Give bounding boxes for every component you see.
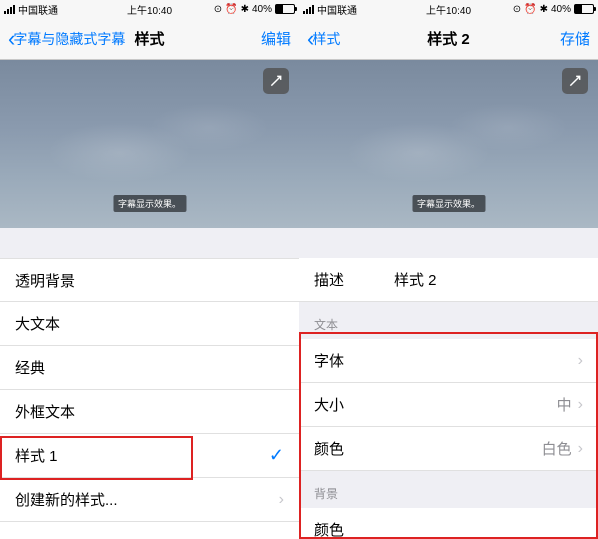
description-row[interactable]: 描述 样式 2 bbox=[299, 258, 598, 302]
nav-bar: ‹ 字幕与隐藏式字幕 样式 编辑 bbox=[0, 18, 299, 60]
text-color-row[interactable]: 颜色 白色 › bbox=[299, 427, 598, 471]
color-value: 白色 bbox=[542, 438, 572, 459]
caption-preview: 字幕显示效果。 bbox=[0, 60, 299, 228]
nav-title: 样式 2 bbox=[427, 28, 470, 49]
phone-left: 中国联通 上午10:40 ⊙ ⏰ ✱ 40% ‹ 字幕与隐藏式字幕 样式 编辑 … bbox=[0, 0, 299, 539]
clock-icon: ⏰ bbox=[225, 4, 237, 15]
chevron-right-icon: › bbox=[578, 440, 583, 458]
battery-icon bbox=[275, 4, 295, 14]
caption-preview: 字幕显示效果。 bbox=[299, 60, 598, 228]
checkmark-icon: ✓ bbox=[269, 445, 284, 466]
signal-icon bbox=[4, 5, 15, 14]
chevron-right-icon: › bbox=[578, 352, 583, 370]
carrier-label: 中国联通 bbox=[317, 2, 357, 17]
back-button[interactable]: ‹ 样式 bbox=[307, 26, 340, 52]
size-row[interactable]: 大小 中 › bbox=[299, 383, 598, 427]
phone-right: 中国联通 上午10:40 ⊙ ⏰ ✱ 40% ‹ 样式 样式 2 存储 字幕显示… bbox=[299, 0, 598, 539]
save-button[interactable]: 存储 bbox=[560, 28, 590, 49]
chevron-right-icon: › bbox=[578, 396, 583, 414]
carrier-label: 中国联通 bbox=[18, 2, 58, 17]
bluetooth-icon: ✱ bbox=[540, 4, 548, 15]
alarm-icon: ⊙ bbox=[513, 4, 521, 15]
style-option-outline[interactable]: 外框文本 bbox=[0, 390, 299, 434]
style-option-style1[interactable]: 样式 1 ✓ bbox=[0, 434, 299, 478]
bg-color-row[interactable]: 颜色 bbox=[299, 508, 598, 539]
create-new-style[interactable]: 创建新的样式... › bbox=[0, 478, 299, 522]
caption-demo-text: 字幕显示效果。 bbox=[412, 195, 485, 212]
signal-icon bbox=[303, 5, 314, 14]
battery-icon bbox=[574, 4, 594, 14]
edit-button[interactable]: 编辑 bbox=[261, 28, 291, 49]
bluetooth-icon: ✱ bbox=[241, 4, 249, 15]
status-time: 上午10:40 bbox=[426, 2, 471, 17]
expand-icon bbox=[269, 74, 283, 88]
back-button[interactable]: ‹ 字幕与隐藏式字幕 bbox=[8, 26, 125, 52]
expand-button[interactable] bbox=[263, 68, 289, 94]
font-row[interactable]: 字体 › bbox=[299, 339, 598, 383]
description-value: 样式 2 bbox=[394, 269, 437, 290]
expand-icon bbox=[568, 74, 582, 88]
alarm-icon: ⊙ bbox=[214, 4, 222, 15]
nav-bar: ‹ 样式 样式 2 存储 bbox=[299, 18, 598, 60]
clock-icon: ⏰ bbox=[524, 4, 536, 15]
size-value: 中 bbox=[557, 394, 572, 415]
caption-demo-text: 字幕显示效果。 bbox=[113, 195, 186, 212]
bg-section-header: 背景 bbox=[299, 471, 598, 508]
back-label: 样式 bbox=[312, 29, 340, 49]
spacer bbox=[299, 228, 598, 258]
style-option-transparent[interactable]: 透明背景 bbox=[0, 258, 299, 302]
spacer bbox=[0, 228, 299, 258]
status-time: 上午10:40 bbox=[127, 2, 172, 17]
nav-title: 样式 bbox=[134, 28, 164, 49]
status-bar: 中国联通 上午10:40 ⊙ ⏰ ✱ 40% bbox=[299, 0, 598, 18]
style-list: 透明背景 大文本 经典 外框文本 样式 1 ✓ 创建新的样式... › bbox=[0, 258, 299, 522]
status-bar: 中国联通 上午10:40 ⊙ ⏰ ✱ 40% bbox=[0, 0, 299, 18]
battery-percent: 40% bbox=[551, 4, 571, 15]
description-label: 描述 bbox=[314, 269, 394, 290]
back-label: 字幕与隐藏式字幕 bbox=[13, 29, 125, 49]
style-option-classic[interactable]: 经典 bbox=[0, 346, 299, 390]
text-section-header: 文本 bbox=[299, 302, 598, 339]
style-option-large-text[interactable]: 大文本 bbox=[0, 302, 299, 346]
battery-percent: 40% bbox=[252, 4, 272, 15]
chevron-right-icon: › bbox=[279, 491, 284, 509]
expand-button[interactable] bbox=[562, 68, 588, 94]
